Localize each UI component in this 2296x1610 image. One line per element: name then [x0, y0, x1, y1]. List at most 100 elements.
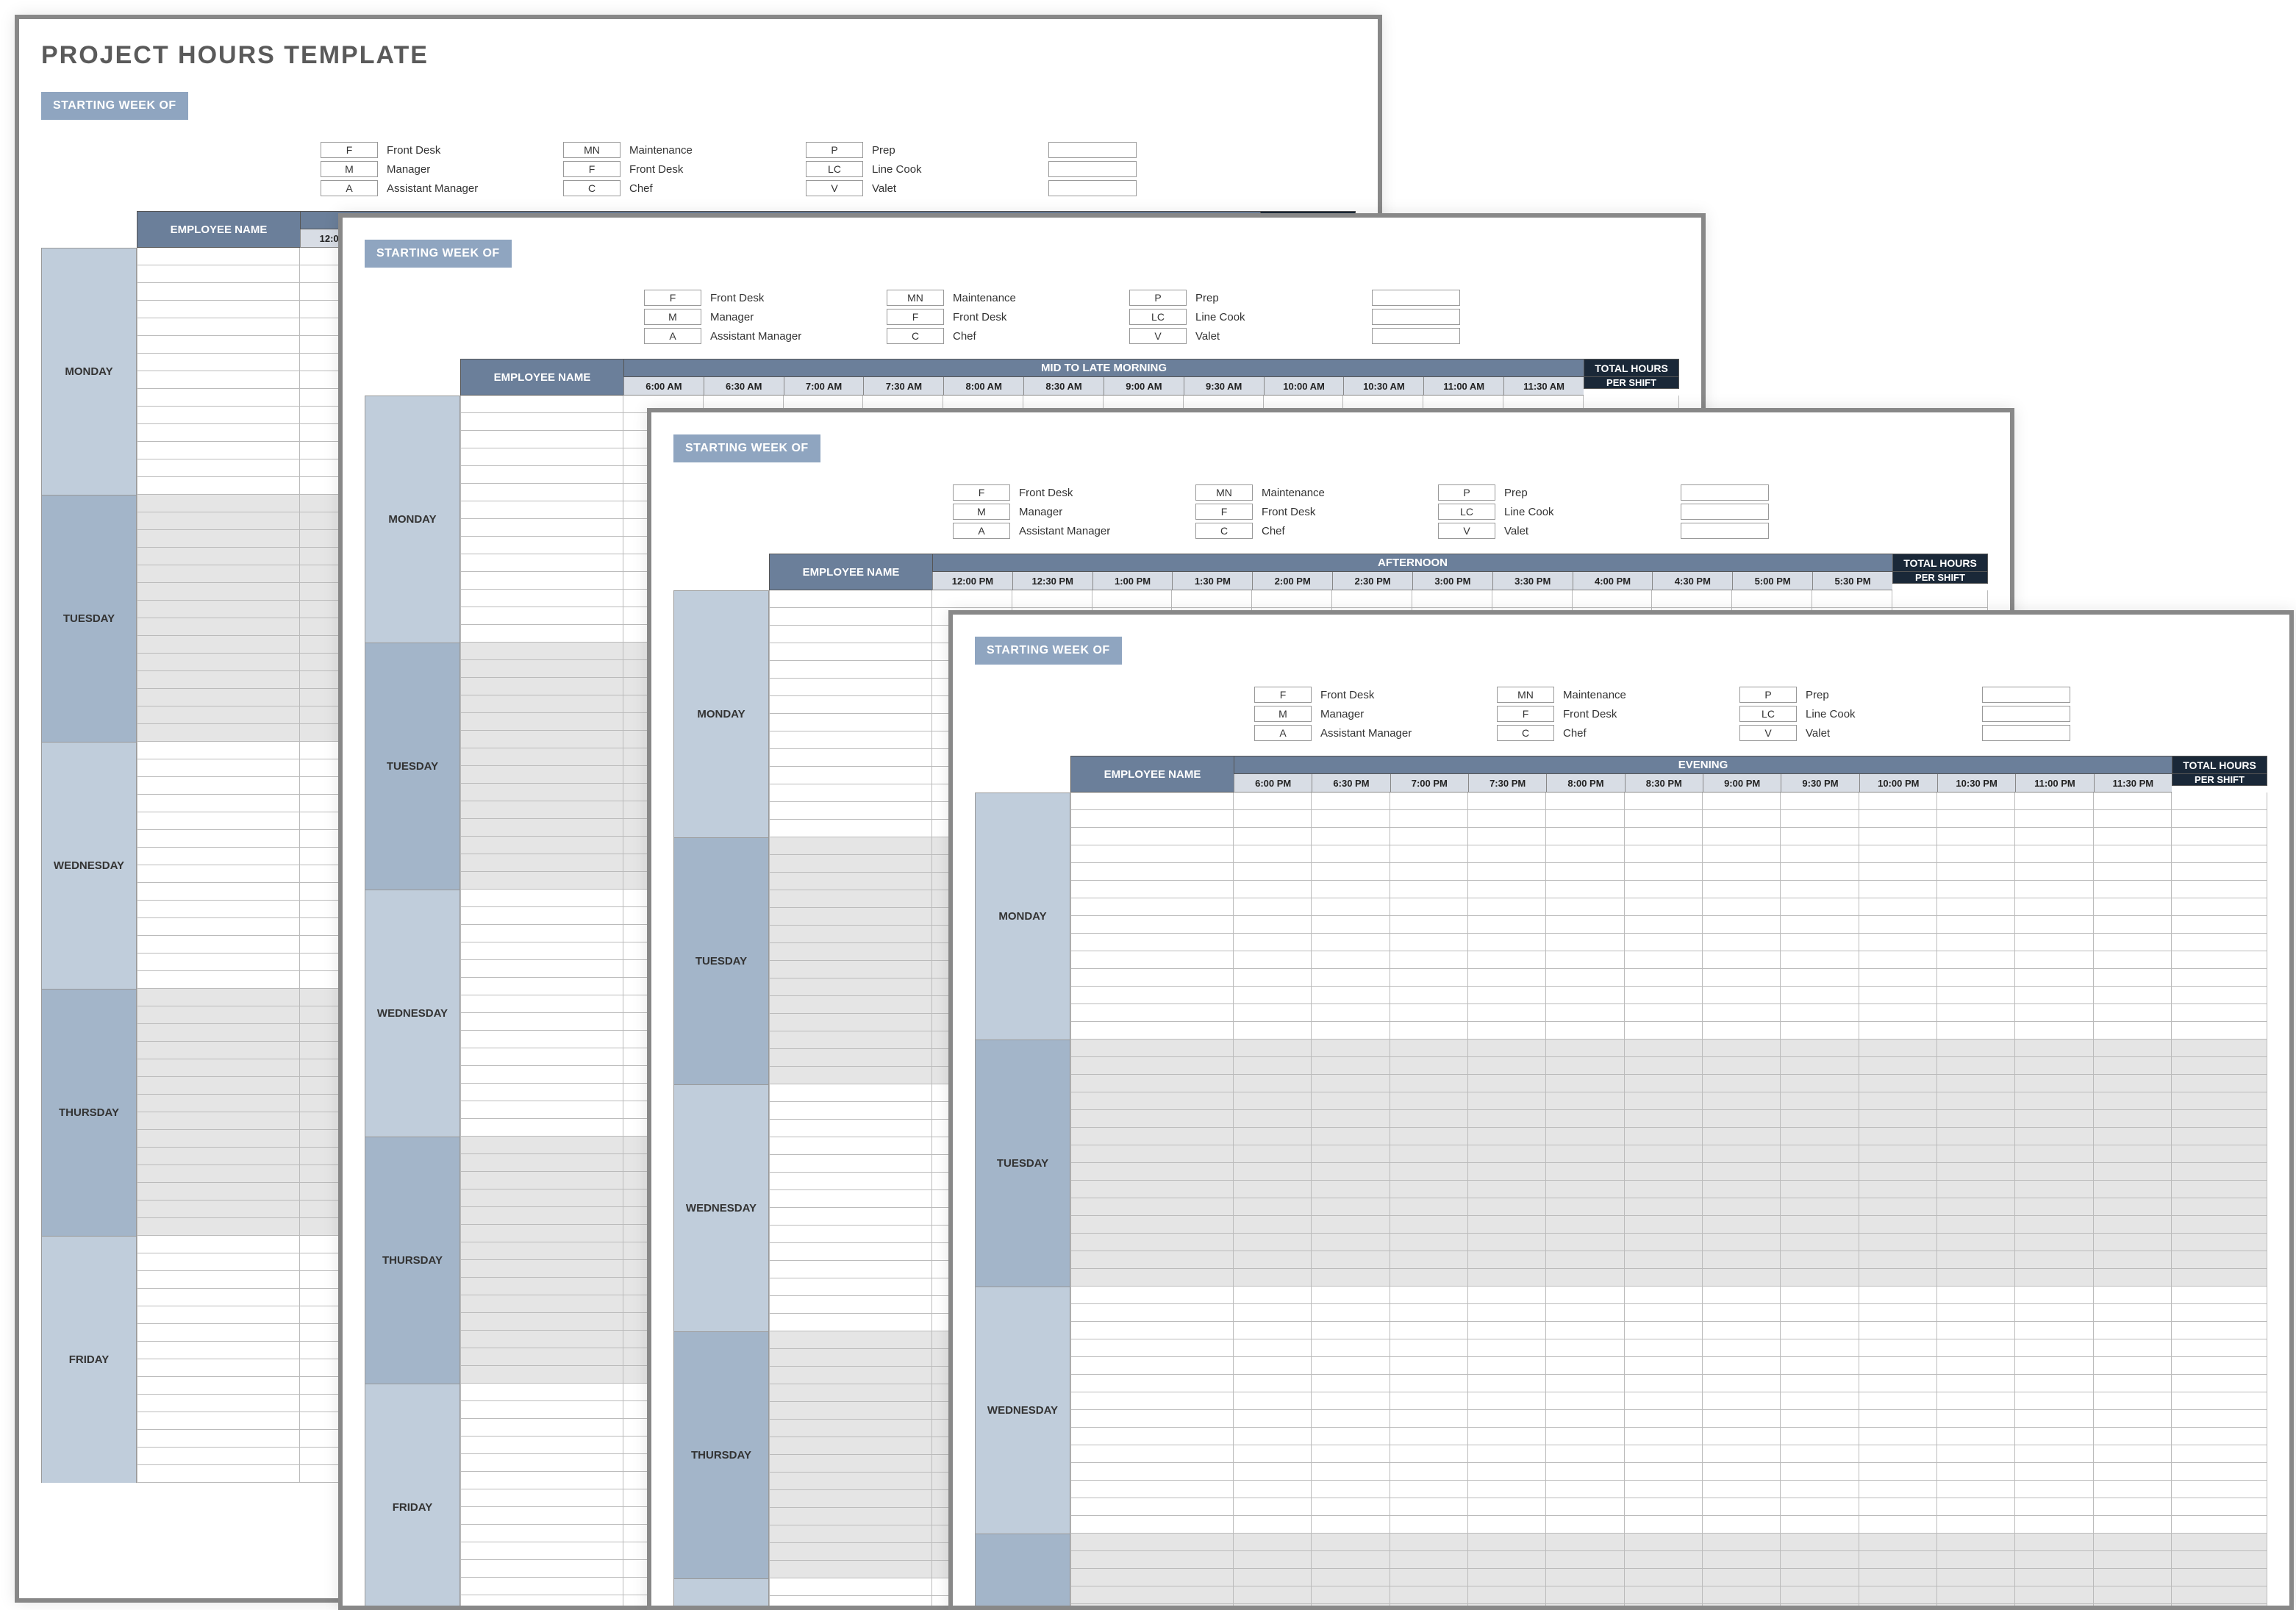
time-cell[interactable] — [1859, 1198, 1937, 1216]
time-cell[interactable] — [1625, 1269, 1703, 1287]
employee-name-cell[interactable] — [460, 1401, 623, 1419]
time-cell[interactable] — [1703, 1357, 1781, 1375]
employee-name-cell[interactable] — [1070, 1181, 1234, 1198]
time-cell[interactable] — [1546, 1481, 1624, 1498]
total-cell[interactable] — [2172, 1251, 2267, 1269]
time-cell[interactable] — [1859, 1392, 1937, 1410]
time-cell[interactable] — [1937, 1022, 2015, 1040]
time-cell[interactable] — [1390, 793, 1468, 810]
time-cell[interactable] — [1937, 1198, 2015, 1216]
employee-name-cell[interactable] — [460, 519, 623, 537]
time-cell[interactable] — [1937, 1234, 2015, 1251]
employee-name-cell[interactable] — [1070, 1092, 1234, 1110]
time-cell[interactable] — [1390, 1392, 1468, 1410]
time-cell[interactable] — [2015, 1322, 2093, 1339]
employee-name-cell[interactable] — [460, 1313, 623, 1331]
time-cell[interactable] — [1703, 1481, 1781, 1498]
time-cell[interactable] — [1234, 1586, 1312, 1604]
total-cell[interactable] — [2172, 1498, 2267, 1516]
time-cell[interactable] — [1732, 590, 1812, 608]
time-cell[interactable] — [1781, 1375, 1859, 1392]
time-cell[interactable] — [1937, 916, 2015, 934]
time-cell[interactable] — [1703, 1040, 1781, 1057]
time-cell[interactable] — [1546, 1410, 1624, 1428]
time-cell[interactable] — [2094, 1110, 2172, 1128]
time-cell[interactable] — [1312, 1110, 1390, 1128]
time-cell[interactable] — [1781, 1498, 1859, 1516]
schedule-row[interactable] — [1070, 1216, 2267, 1234]
employee-name-cell[interactable] — [137, 1059, 300, 1077]
time-cell[interactable] — [1625, 951, 1703, 969]
time-cell[interactable] — [1859, 1163, 1937, 1181]
time-cell[interactable] — [1390, 1057, 1468, 1075]
time-cell[interactable] — [1937, 1145, 2015, 1163]
time-cell[interactable] — [1234, 863, 1312, 881]
time-cell[interactable] — [1390, 1198, 1468, 1216]
time-cell[interactable] — [1703, 1092, 1781, 1110]
schedule-row[interactable] — [1070, 1040, 2267, 1057]
total-cell[interactable] — [2172, 1586, 2267, 1604]
total-cell[interactable] — [2172, 845, 2267, 863]
employee-name-cell[interactable] — [137, 265, 300, 283]
employee-name-cell[interactable] — [460, 995, 623, 1013]
time-cell[interactable] — [2015, 1586, 2093, 1604]
employee-name-cell[interactable] — [1070, 1075, 1234, 1092]
time-cell[interactable] — [2094, 1357, 2172, 1375]
time-cell[interactable] — [2015, 828, 2093, 845]
time-cell[interactable] — [1859, 1586, 1937, 1604]
time-cell[interactable] — [1937, 1251, 2015, 1269]
time-cell[interactable] — [1468, 1269, 1546, 1287]
time-cell[interactable] — [1625, 1145, 1703, 1163]
employee-name-cell[interactable] — [460, 1384, 623, 1401]
schedule-row[interactable] — [1070, 1586, 2267, 1604]
time-cell[interactable] — [1312, 951, 1390, 969]
time-cell[interactable] — [1312, 1145, 1390, 1163]
time-cell[interactable] — [1625, 1339, 1703, 1357]
time-cell[interactable] — [1625, 1040, 1703, 1057]
time-cell[interactable] — [1390, 1163, 1468, 1181]
time-cell[interactable] — [1625, 1304, 1703, 1322]
time-cell[interactable] — [1625, 934, 1703, 951]
time-cell[interactable] — [2015, 1075, 2093, 1092]
time-cell[interactable] — [1390, 1375, 1468, 1392]
time-cell[interactable] — [1703, 881, 1781, 898]
time-cell[interactable] — [1781, 1516, 1859, 1534]
time-cell[interactable] — [1625, 845, 1703, 863]
employee-name-cell[interactable] — [1070, 1481, 1234, 1498]
employee-name-cell[interactable] — [460, 572, 623, 590]
total-cell[interactable] — [2172, 1163, 2267, 1181]
total-cell[interactable] — [2172, 1075, 2267, 1092]
time-cell[interactable] — [1781, 881, 1859, 898]
employee-name-cell[interactable] — [769, 731, 932, 749]
time-cell[interactable] — [2015, 1604, 2093, 1610]
time-cell[interactable] — [1937, 987, 2015, 1004]
time-cell[interactable] — [2094, 1569, 2172, 1586]
time-cell[interactable] — [1781, 1269, 1859, 1287]
time-cell[interactable] — [1625, 1234, 1703, 1251]
time-cell[interactable] — [1234, 1410, 1312, 1428]
time-cell[interactable] — [1625, 1216, 1703, 1234]
time-cell[interactable] — [1937, 1040, 2015, 1057]
employee-name-cell[interactable] — [137, 495, 300, 512]
total-cell[interactable] — [2172, 1304, 2267, 1322]
time-cell[interactable] — [1859, 1445, 1937, 1463]
time-cell[interactable] — [1234, 934, 1312, 951]
time-cell[interactable] — [1468, 1145, 1546, 1163]
time-cell[interactable] — [1937, 863, 2015, 881]
time-cell[interactable] — [1252, 590, 1332, 608]
employee-name-cell[interactable] — [1070, 1410, 1234, 1428]
time-cell[interactable] — [2094, 793, 2172, 810]
employee-name-cell[interactable] — [137, 654, 300, 671]
time-cell[interactable] — [2094, 1092, 2172, 1110]
time-cell[interactable] — [1781, 1463, 1859, 1481]
time-cell[interactable] — [1468, 1481, 1546, 1498]
time-cell[interactable] — [1468, 1251, 1546, 1269]
time-cell[interactable] — [1781, 1304, 1859, 1322]
employee-name-cell[interactable] — [460, 1154, 623, 1172]
employee-name-cell[interactable] — [1070, 1428, 1234, 1445]
time-cell[interactable] — [1312, 1234, 1390, 1251]
employee-name-cell[interactable] — [137, 689, 300, 706]
time-cell[interactable] — [1546, 1428, 1624, 1445]
time-cell[interactable] — [1937, 845, 2015, 863]
employee-name-cell[interactable] — [460, 819, 623, 837]
